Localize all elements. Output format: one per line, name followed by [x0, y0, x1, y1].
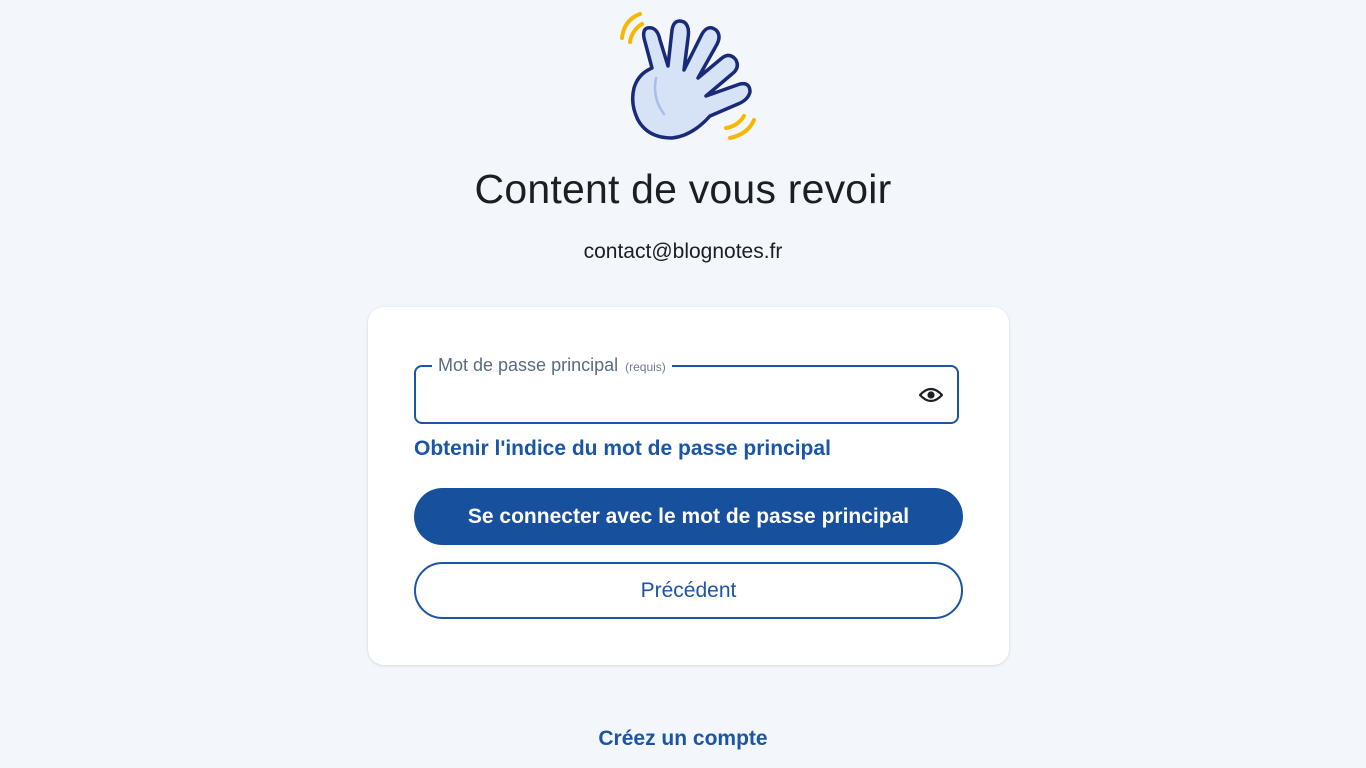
master-password-input[interactable]	[428, 377, 912, 415]
login-card: Mot de passe principal (requis) Obtenir …	[368, 307, 1009, 665]
login-with-master-password-button[interactable]: Se connecter avec le mot de passe princi…	[414, 488, 963, 545]
back-button[interactable]: Précédent	[414, 562, 963, 619]
account-email: contact@blognotes.fr	[583, 240, 783, 263]
password-label: Mot de passe principal (requis)	[432, 354, 672, 378]
page-title: Content de vous revoir	[474, 166, 892, 212]
waving-hand-icon	[620, 12, 756, 140]
get-password-hint-link[interactable]: Obtenir l'indice du mot de passe princip…	[414, 437, 831, 461]
eye-icon[interactable]	[919, 385, 943, 405]
required-indicator: (requis)	[625, 360, 666, 374]
password-label-text: Mot de passe principal	[438, 355, 619, 375]
master-password-field: Mot de passe principal (requis)	[414, 354, 959, 424]
create-account-link[interactable]: Créez un compte	[598, 727, 767, 750]
create-account-container: Créez un compte	[0, 727, 1366, 751]
login-page: Content de vous revoir contact@blognotes…	[0, 0, 1366, 768]
